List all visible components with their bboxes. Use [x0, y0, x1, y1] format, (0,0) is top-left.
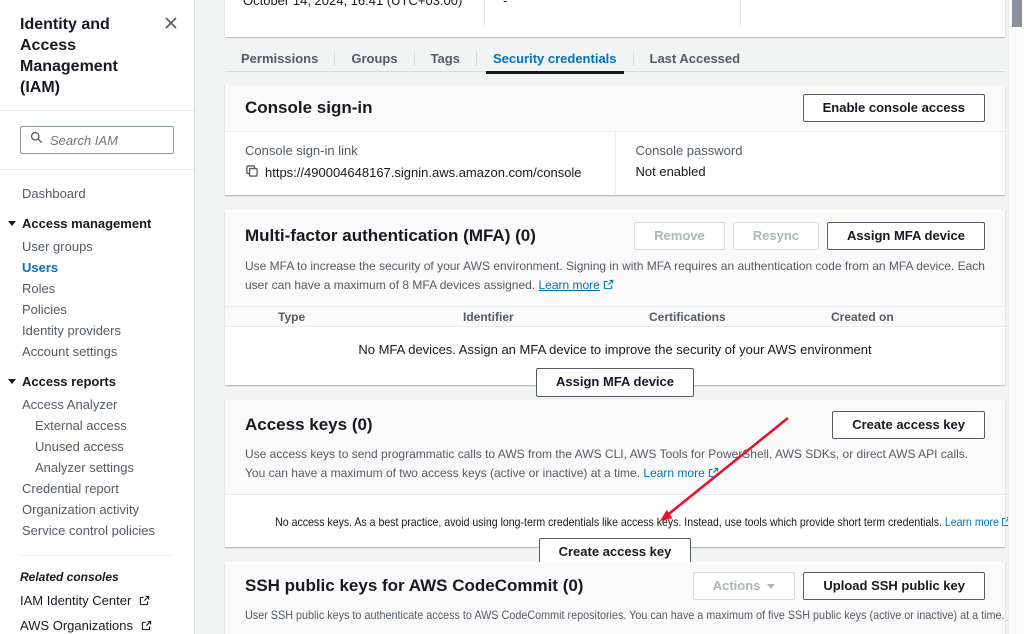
- upload-ssh-public-key-button[interactable]: Upload SSH public key: [803, 572, 985, 600]
- ssh-keys-description: User SSH public keys to authenticate acc…: [225, 606, 1005, 634]
- console-signin-panel: Console sign-in Enable console access Co…: [225, 85, 1005, 195]
- copy-icon[interactable]: [245, 164, 259, 181]
- sidebar-item-external-access[interactable]: External access: [0, 415, 194, 436]
- mfa-header: Multi-factor authentication (MFA) (0) Re…: [225, 210, 1005, 307]
- mfa-empty-text: No MFA devices. Assign an MFA device to …: [225, 342, 1005, 357]
- sidebar-item-roles[interactable]: Roles: [0, 278, 194, 299]
- console-signin-header: Console sign-in Enable console access: [225, 85, 1005, 132]
- console-signin-link-field: Console sign-in link https://49000464816…: [225, 132, 616, 194]
- external-link-icon: [138, 618, 152, 633]
- sidebar-item-credential-report[interactable]: Credential report: [0, 478, 194, 499]
- related-consoles-heading: Related consoles: [0, 556, 194, 588]
- enable-console-access-button[interactable]: Enable console access: [803, 94, 985, 122]
- sidebar-section-access-management[interactable]: Access management: [0, 213, 194, 234]
- sidebar-item-unused-access[interactable]: Unused access: [0, 436, 194, 457]
- tab-tags[interactable]: Tags: [415, 45, 476, 72]
- sidebar-item-service-control-policies[interactable]: Service control policies: [0, 520, 194, 541]
- sidebar-item-user-groups[interactable]: User groups: [0, 236, 194, 257]
- assign-mfa-device-button-empty[interactable]: Assign MFA device: [536, 368, 694, 396]
- mfa-description: Use MFA to increase the security of your…: [225, 257, 1005, 306]
- console-signin-link-value: https://490004648167.signin.aws.amazon.c…: [265, 165, 582, 180]
- user-tabs: Permissions Groups Tags Security credent…: [225, 45, 1005, 72]
- access-keys-description: Use access keys to send programmatic cal…: [225, 445, 1005, 494]
- access-keys-learn-more-link[interactable]: Learn more: [643, 466, 718, 480]
- tab-last-accessed[interactable]: Last Accessed: [634, 45, 757, 72]
- sidebar-item-identity-providers[interactable]: Identity providers: [0, 320, 194, 341]
- link-aws-organizations[interactable]: AWS Organizations: [0, 613, 194, 634]
- resync-mfa-button[interactable]: Resync: [733, 222, 819, 250]
- sidebar-title: Identity and Access Management (IAM): [20, 14, 156, 98]
- ssh-keys-title: SSH public keys for AWS CodeCommit (0): [245, 576, 583, 596]
- sidebar-section-access-reports[interactable]: Access reports: [0, 371, 194, 392]
- vertical-scrollbar[interactable]: [1008, 0, 1024, 634]
- iam-sidebar: Identity and Access Management (IAM) Das…: [0, 0, 195, 634]
- search-icon: [30, 131, 43, 149]
- column-divider: [740, 0, 741, 29]
- sidebar-search-area: [0, 111, 194, 170]
- link-iam-identity-center[interactable]: IAM Identity Center: [0, 588, 194, 613]
- create-access-key-button[interactable]: Create access key: [832, 411, 985, 439]
- empty-value-dash: -: [503, 0, 507, 8]
- column-divider: [484, 0, 485, 29]
- tab-permissions[interactable]: Permissions: [225, 45, 334, 72]
- sidebar-header: Identity and Access Management (IAM): [0, 0, 194, 111]
- ssh-keys-header: SSH public keys for AWS CodeCommit (0) A…: [225, 562, 1005, 634]
- sidebar-item-access-analyzer[interactable]: Access Analyzer: [0, 394, 194, 415]
- search-box[interactable]: [20, 126, 174, 154]
- sidebar-item-dashboard[interactable]: Dashboard: [0, 183, 194, 204]
- sidebar-item-analyzer-settings[interactable]: Analyzer settings: [0, 457, 194, 478]
- console-password-value: Not enabled: [636, 164, 986, 179]
- console-password-field: Console password Not enabled: [616, 132, 1006, 194]
- mfa-col-certifications: Certifications: [649, 310, 831, 324]
- close-icon[interactable]: [162, 14, 180, 32]
- mfa-empty-state: No MFA devices. Assign an MFA device to …: [225, 327, 1005, 396]
- mfa-col-identifier: Identifier: [463, 310, 649, 324]
- access-keys-header: Access keys (0) Create access key Use ac…: [225, 400, 1005, 495]
- mfa-learn-more-link[interactable]: Learn more: [538, 278, 613, 292]
- access-keys-empty-learn-more-link[interactable]: Learn more: [945, 515, 1011, 529]
- access-keys-title: Access keys (0): [245, 415, 373, 435]
- search-input[interactable]: [50, 133, 164, 148]
- sidebar-item-users[interactable]: Users: [0, 257, 194, 278]
- console-signin-body: Console sign-in link https://49000464816…: [225, 132, 1005, 194]
- scrollbar-thumb[interactable]: [1012, 0, 1022, 27]
- console-signin-link-label: Console sign-in link: [245, 143, 595, 158]
- mfa-table-header: Type Identifier Certifications Created o…: [225, 307, 1005, 327]
- mfa-panel: Multi-factor authentication (MFA) (0) Re…: [225, 210, 1005, 385]
- access-keys-empty-text: No access keys. As a best practice, avoi…: [275, 515, 942, 529]
- ssh-actions-button[interactable]: Actions: [693, 572, 796, 600]
- mfa-title: Multi-factor authentication (MFA) (0): [245, 226, 536, 246]
- mfa-col-type: Type: [278, 310, 463, 324]
- chevron-down-icon: [8, 221, 16, 226]
- ssh-keys-panel: SSH public keys for AWS CodeCommit (0) A…: [225, 562, 1005, 634]
- main-content: October 14, 2024, 16:41 (UTC+03:00) - Pe…: [196, 0, 1008, 634]
- sidebar-item-organization-activity[interactable]: Organization activity: [0, 499, 194, 520]
- tab-groups[interactable]: Groups: [335, 45, 413, 72]
- remove-mfa-button[interactable]: Remove: [634, 222, 725, 250]
- external-link-icon: [136, 593, 150, 608]
- user-details-panel-clipped: October 14, 2024, 16:41 (UTC+03:00) -: [225, 0, 1005, 37]
- chevron-down-icon: [8, 379, 16, 384]
- tab-security-credentials[interactable]: Security credentials: [477, 45, 633, 72]
- sidebar-nav: Dashboard Access management User groups …: [0, 170, 194, 634]
- access-keys-panel: Access keys (0) Create access key Use ac…: [225, 400, 1005, 547]
- created-timestamp: October 14, 2024, 16:41 (UTC+03:00): [243, 0, 462, 8]
- console-signin-title: Console sign-in: [245, 98, 373, 118]
- sidebar-item-account-settings[interactable]: Account settings: [0, 341, 194, 362]
- assign-mfa-device-button[interactable]: Assign MFA device: [827, 222, 985, 250]
- chevron-down-icon: [767, 584, 775, 589]
- sidebar-item-policies[interactable]: Policies: [0, 299, 194, 320]
- access-keys-empty-state: No access keys. As a best practice, avoi…: [225, 495, 1005, 566]
- console-password-label: Console password: [636, 143, 986, 158]
- mfa-col-created-on: Created on: [831, 310, 1005, 324]
